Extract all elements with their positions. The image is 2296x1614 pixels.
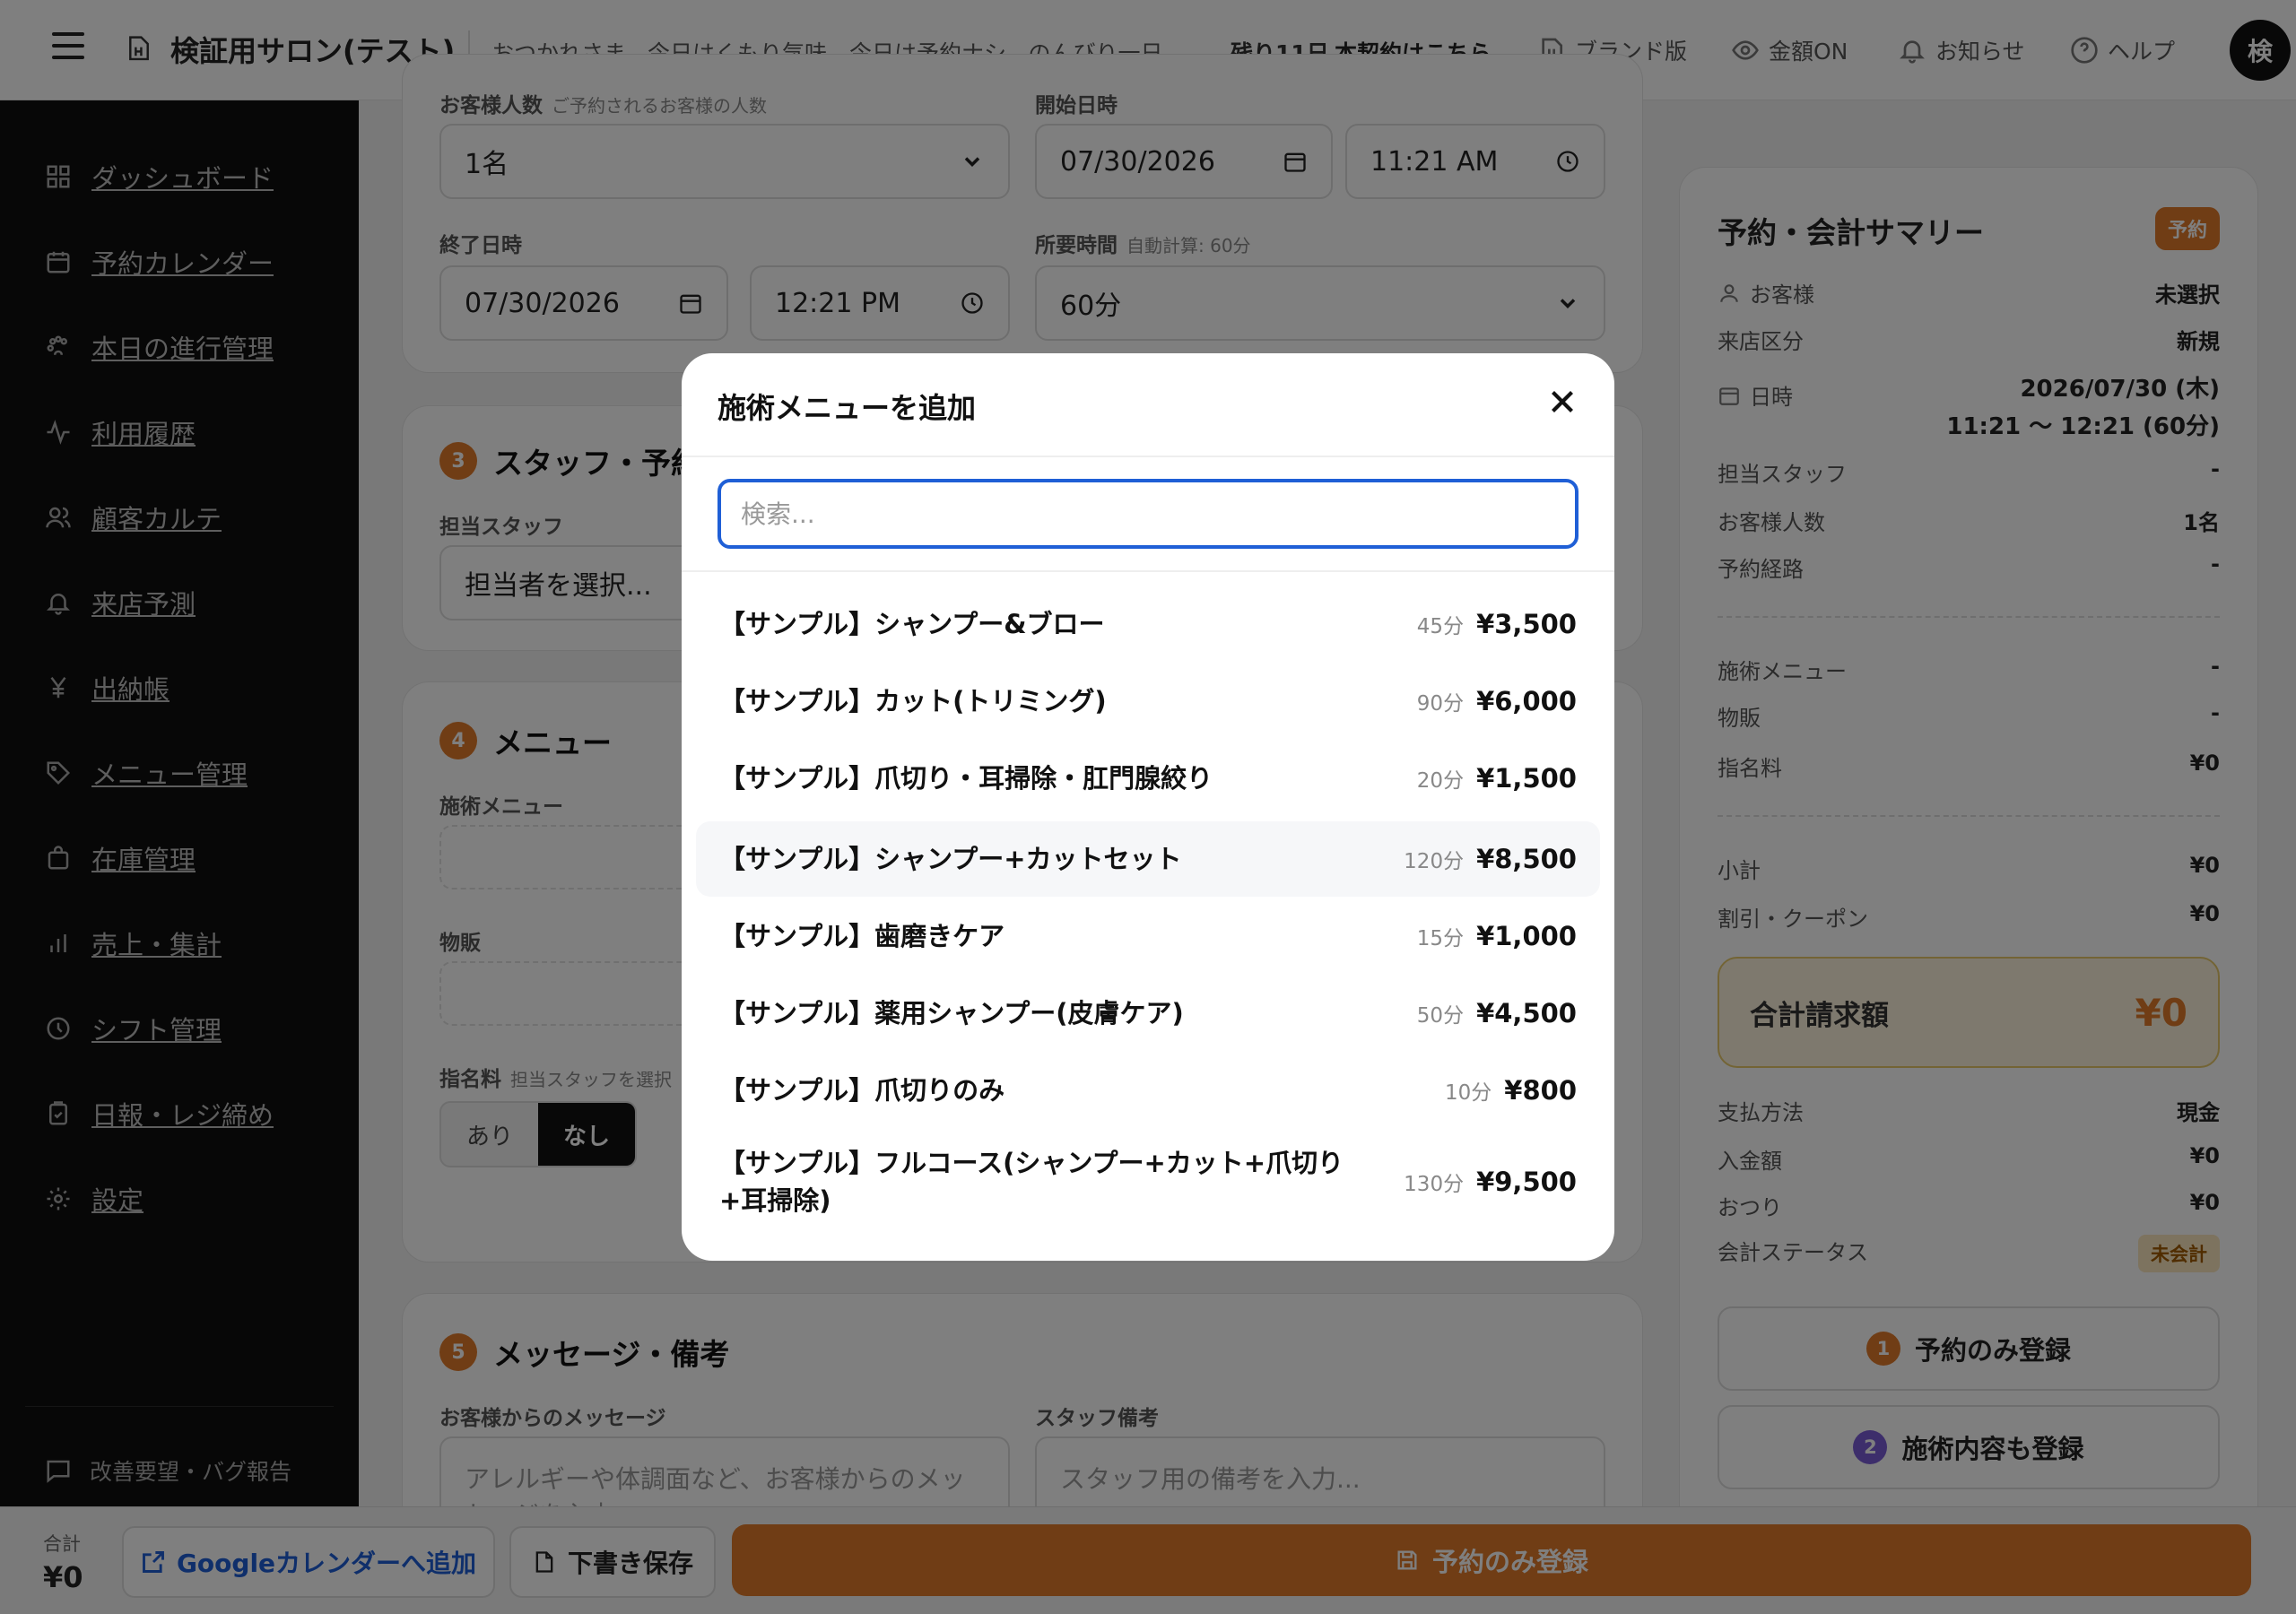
menu-search-input[interactable] [718,479,1578,549]
menu-list-item[interactable]: 【サンプル】フルコース(シャンプー+カット+爪切り+耳掃除) 130分 ¥9,50… [696,1132,1600,1232]
add-treatment-modal: 施術メニューを追加 【サンプル】シャンプー&ブロー 45分¥3,500 【サンプ… [682,353,1614,1261]
menu-list-item[interactable]: 【サンプル】カット(トリミング) 90分 ¥6,000 [696,665,1600,737]
menu-list-item[interactable]: 【サンプル】爪切り・耳掃除・肛門腺絞り 20分 ¥1,500 [696,742,1600,814]
menu-list-item[interactable]: 【サンプル】シャンプー+カットセット 120分 ¥8,500 [696,821,1600,897]
menu-list-item[interactable]: 【サンプル】爪切りのみ 10分 ¥800 [696,1053,1600,1128]
menu-list-item[interactable]: 【サンプル】薬用シャンプー(皮膚ケア) 50分 ¥4,500 [696,976,1600,1051]
close-icon[interactable] [1546,386,1578,418]
modal-title: 施術メニューを追加 [718,391,977,425]
menu-list-item[interactable]: 【サンプル】シャンプー&ブロー 45分 ¥3,500 [696,588,1600,660]
modal-divider [682,570,1614,572]
modal-divider [682,456,1614,457]
menu-list-item[interactable]: 【サンプル】歯磨きケア 15分 ¥1,000 [696,898,1600,974]
